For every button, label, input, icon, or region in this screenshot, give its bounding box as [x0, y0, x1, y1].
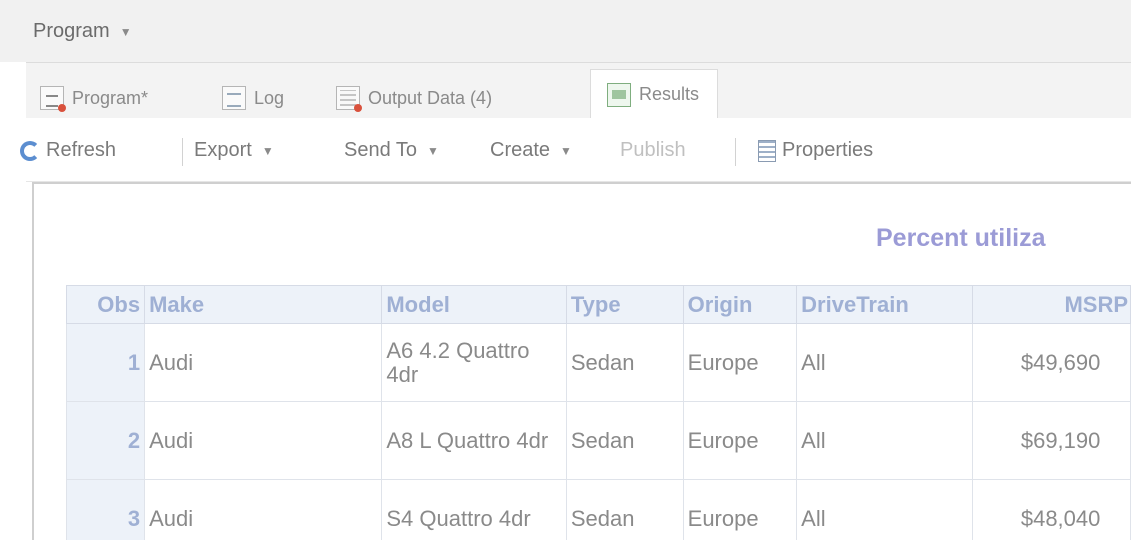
- chevron-down-icon: ▼: [427, 143, 439, 158]
- program-header: Program ▼: [0, 0, 1131, 62]
- origin-cell: Europe: [682, 401, 798, 480]
- program-menu[interactable]: Program ▼: [33, 20, 132, 43]
- column-header-drivetrain: DriveTrain: [796, 285, 973, 324]
- column-header-type: Type: [565, 285, 684, 324]
- create-label: Create: [490, 139, 551, 161]
- output-data-icon: [336, 86, 362, 112]
- table-header-row: Obs Make Model Type Origin DriveTrain MS…: [65, 285, 1131, 324]
- create-menu-button[interactable]: Create ▼: [490, 139, 572, 162]
- results-toolbar: Refresh Export ▼ Send To ▼ Create ▼ Publ…: [20, 118, 1131, 182]
- results-table: Obs Make Model Type Origin DriveTrain MS…: [65, 285, 1131, 540]
- chevron-down-icon: ▼: [261, 143, 274, 158]
- tab-label: Program*: [72, 87, 149, 108]
- report-title: Percent utiliza: [876, 224, 1046, 252]
- column-header-obs: Obs: [65, 285, 146, 324]
- msrp-cell: $48,040: [971, 479, 1131, 540]
- obs-cell: 2: [65, 401, 146, 480]
- tab-label: Log: [254, 87, 285, 108]
- chevron-down-icon: ▼: [119, 24, 132, 39]
- drivetrain-cell: All: [796, 479, 973, 540]
- make-cell: Audi: [144, 401, 383, 480]
- msrp-cell: $69,190: [971, 401, 1131, 480]
- refresh-label: Refresh: [46, 139, 117, 161]
- log-icon: [222, 86, 246, 110]
- column-header-msrp: MSRP: [971, 285, 1131, 324]
- model-cell: S4 Quattro 4dr: [381, 479, 567, 540]
- chevron-down-icon: ▼: [560, 143, 572, 158]
- send-to-menu-button[interactable]: Send To ▼: [344, 139, 439, 162]
- publish-label: Publish: [620, 139, 686, 161]
- origin-cell: Europe: [682, 323, 798, 402]
- column-header-model: Model: [381, 285, 567, 324]
- tab-program[interactable]: Program*: [40, 77, 148, 119]
- make-cell: Audi: [144, 323, 383, 402]
- type-cell: Sedan: [565, 479, 684, 540]
- properties-button[interactable]: Properties: [758, 139, 873, 162]
- tab-results[interactable]: Results: [590, 69, 719, 119]
- results-icon: [607, 82, 631, 107]
- make-cell: Audi: [144, 479, 383, 540]
- publish-button[interactable]: Publish: [620, 139, 686, 162]
- column-header-origin: Origin: [682, 285, 798, 324]
- drivetrain-cell: All: [796, 323, 973, 402]
- table-row: 3 Audi S4 Quattro 4dr Sedan Europe All $…: [65, 479, 1131, 540]
- tab-log[interactable]: Log: [222, 77, 284, 119]
- export-label: Export: [194, 139, 252, 161]
- tab-label: Results: [639, 84, 700, 104]
- tab-label: Output Data (4): [368, 87, 493, 108]
- refresh-button[interactable]: Refresh: [20, 139, 116, 162]
- column-header-make: Make: [144, 285, 383, 324]
- origin-cell: Europe: [682, 479, 798, 540]
- table-row: 1 Audi A6 4.2 Quattro 4dr Sedan Europe A…: [65, 323, 1131, 402]
- program-menu-label: Program: [33, 20, 110, 42]
- program-icon: [40, 86, 66, 112]
- model-cell: A8 L Quattro 4dr: [381, 401, 567, 480]
- drivetrain-cell: All: [796, 401, 973, 480]
- toolbar-divider: [735, 138, 736, 166]
- type-cell: Sedan: [565, 401, 684, 480]
- table-row: 2 Audi A8 L Quattro 4dr Sedan Europe All…: [65, 401, 1131, 480]
- msrp-cell: $49,690: [971, 323, 1131, 402]
- obs-cell: 3: [65, 479, 146, 540]
- obs-cell: 1: [65, 323, 146, 402]
- properties-icon: [758, 139, 776, 162]
- tab-output-data[interactable]: Output Data (4): [336, 77, 492, 119]
- results-viewer[interactable]: Percent utiliza Obs Make Model Type Orig…: [32, 182, 1131, 540]
- tab-bar: Program* Log Output Data (4) Results: [26, 62, 1131, 119]
- model-cell: A6 4.2 Quattro 4dr: [381, 323, 567, 402]
- toolbar-divider: [182, 138, 183, 166]
- type-cell: Sedan: [565, 323, 684, 402]
- properties-label: Properties: [782, 139, 874, 161]
- export-menu-button[interactable]: Export ▼: [194, 139, 274, 162]
- refresh-icon: [20, 140, 40, 161]
- send-to-label: Send To: [344, 139, 418, 161]
